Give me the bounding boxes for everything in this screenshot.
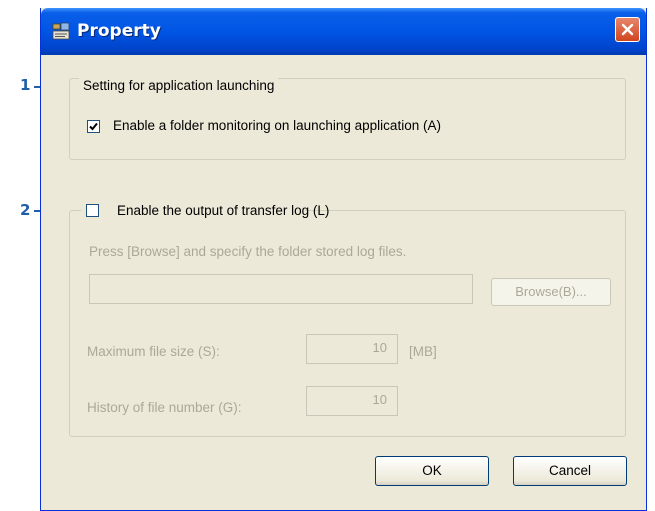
property-dialog: Property Setting for application launchi… xyxy=(40,8,647,511)
history-file-number-label: History of file number (G): xyxy=(87,400,242,415)
callout-number-2: 2 xyxy=(20,201,31,219)
app-icon xyxy=(52,22,70,40)
folder-monitoring-label[interactable]: Enable a folder monitoring on launching … xyxy=(113,118,441,133)
max-file-size-field[interactable]: 10 xyxy=(306,334,398,364)
browse-button[interactable]: Browse(B)... xyxy=(491,278,611,306)
transfer-log-checkbox[interactable] xyxy=(86,204,99,217)
transfer-log-legend: Enable the output of transfer log (L) xyxy=(81,201,329,221)
max-file-size-label: Maximum file size (S): xyxy=(87,344,220,359)
transfer-log-label[interactable]: Enable the output of transfer log (L) xyxy=(117,203,329,218)
history-file-number-field[interactable]: 10 xyxy=(306,386,398,416)
max-file-size-unit: [MB] xyxy=(409,344,437,359)
browse-instruction: Press [Browse] and specify the folder st… xyxy=(89,244,407,259)
close-button[interactable] xyxy=(615,17,640,42)
window-title: Property xyxy=(77,21,161,41)
ok-button[interactable]: OK xyxy=(375,456,489,486)
title-bar[interactable]: Property xyxy=(41,8,646,55)
launch-settings-legend: Setting for application launching xyxy=(79,78,279,93)
close-icon xyxy=(621,23,634,36)
cancel-button[interactable]: Cancel xyxy=(513,456,627,486)
folder-monitoring-checkbox[interactable] xyxy=(87,120,100,133)
callout-number-1: 1 xyxy=(20,76,31,94)
log-folder-path-field[interactable] xyxy=(89,274,473,304)
checkmark-icon xyxy=(89,122,98,131)
